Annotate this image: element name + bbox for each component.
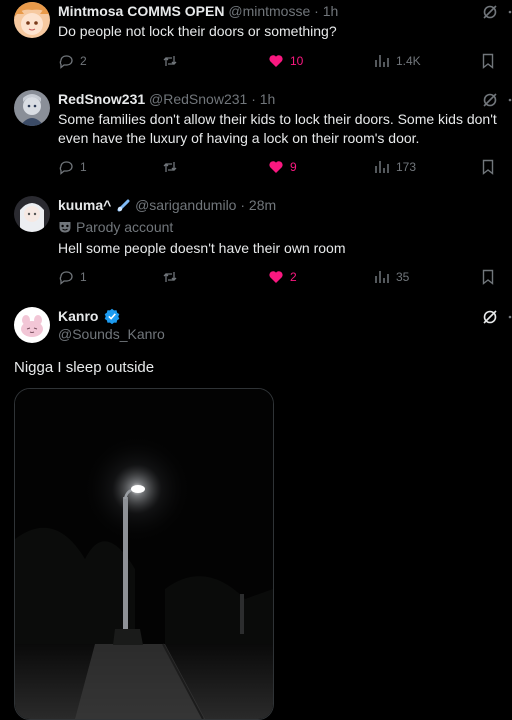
parody-mask-icon [59,222,71,233]
tweet-1[interactable]: Mintmosa COMMS OPEN @mintmosse · 1h Do p… [0,0,512,80]
action-bar: 1 2 35 [58,267,508,287]
avatar[interactable] [14,196,50,232]
heart-icon [269,161,283,173]
timestamp[interactable]: 28m [249,197,276,213]
view-count: 173 [396,160,417,174]
night-streetlight-photo [15,389,273,719]
action-bar: 1 9 173 [58,157,508,177]
reply-icon [59,55,73,69]
bookmark-icon [482,53,494,69]
bookmark-button[interactable] [480,267,496,287]
like-count: 10 [290,54,304,68]
bookmark-button[interactable] [480,51,496,71]
display-name[interactable]: Kanro [58,308,98,324]
display-name[interactable]: Mintmosa COMMS OPEN [58,3,224,19]
parody-text: Parody account [76,219,174,235]
handle[interactable]: @mintmosse [228,3,310,19]
views-button[interactable]: 1.4K [374,51,421,71]
verified-badge-icon[interactable] [104,308,120,324]
bookmark-button[interactable] [480,157,496,177]
timestamp[interactable]: 1h [260,91,276,107]
timestamp[interactable]: 1h [323,3,339,19]
heart-icon [269,55,283,67]
views-icon [375,55,389,67]
reply-button[interactable]: 2 [58,51,87,71]
retweet-button[interactable] [162,51,178,71]
handle[interactable]: @RedSnow231 [149,91,247,107]
avatar[interactable] [14,2,50,38]
reply-count: 2 [80,54,87,68]
more-icon[interactable] [508,310,512,324]
tweet-header: Kanro [58,307,120,325]
tweet-header: RedSnow231 @RedSnow231 · 1h [58,90,275,108]
tweet-text-line-1: Some families don't allow their kids to … [58,111,497,127]
tweet-handle-row: @Sounds_Kanro [58,325,165,343]
more-icon[interactable] [508,5,512,19]
views-icon [375,161,389,173]
retweet-button[interactable] [162,157,178,177]
tweet-header: kuuma^ @sarigandumilo · 28m [58,196,276,214]
tweet-text: Nigga I sleep outside [14,359,155,376]
tweet-text-line-2: even have the luxury of having a lock on… [58,130,420,146]
action-bar: 2 10 1.4K [58,51,508,71]
grok-icon[interactable] [482,4,498,20]
tweet-media-image[interactable] [14,388,274,720]
reply-count: 1 [80,160,87,174]
avatar[interactable] [14,90,50,126]
like-button[interactable]: 10 [268,51,303,71]
separator: · [240,197,246,213]
reply-icon [59,271,73,285]
reply-button[interactable]: 1 [58,157,87,177]
display-name[interactable]: kuuma^ [58,197,111,213]
avatar[interactable] [14,307,50,343]
retweet-button[interactable] [162,267,178,287]
handle[interactable]: @Sounds_Kanro [58,326,165,342]
grok-icon[interactable] [482,92,498,108]
grok-icon[interactable] [482,309,498,325]
bookmark-icon [482,159,494,175]
handle[interactable]: @sarigandumilo [135,197,236,213]
retweet-icon [163,162,177,172]
retweet-icon [163,272,177,282]
separator: · [314,3,319,19]
comet-emoji-icon [117,199,130,212]
more-icon[interactable] [508,93,512,107]
like-count: 2 [290,270,297,284]
tweet-text: Hell some people doesn't have their own … [58,240,346,256]
like-button[interactable]: 2 [268,267,297,287]
like-button[interactable]: 9 [268,157,297,177]
heart-icon [269,271,283,283]
view-count: 1.4K [396,54,421,68]
view-count: 35 [396,270,410,284]
parody-label: Parody account [58,218,173,236]
tweet-text: Do people not lock their doors or someth… [58,23,337,39]
retweet-icon [163,56,177,66]
tweet-2[interactable]: RedSnow231 @RedSnow231 · 1h Some familie… [0,86,512,186]
views-icon [375,271,389,283]
tweet-3[interactable]: kuuma^ @sarigandumilo · 28m Parody accou… [0,192,512,292]
views-button[interactable]: 173 [374,157,416,177]
tweet-header: Mintmosa COMMS OPEN @mintmosse · 1h [58,2,338,20]
bookmark-icon [482,269,494,285]
reply-button[interactable]: 1 [58,267,87,287]
like-count: 9 [290,160,297,174]
display-name[interactable]: RedSnow231 [58,91,145,107]
separator: · [251,91,256,107]
reply-count: 1 [80,270,87,284]
reply-icon [59,161,73,175]
views-button[interactable]: 35 [374,267,409,287]
